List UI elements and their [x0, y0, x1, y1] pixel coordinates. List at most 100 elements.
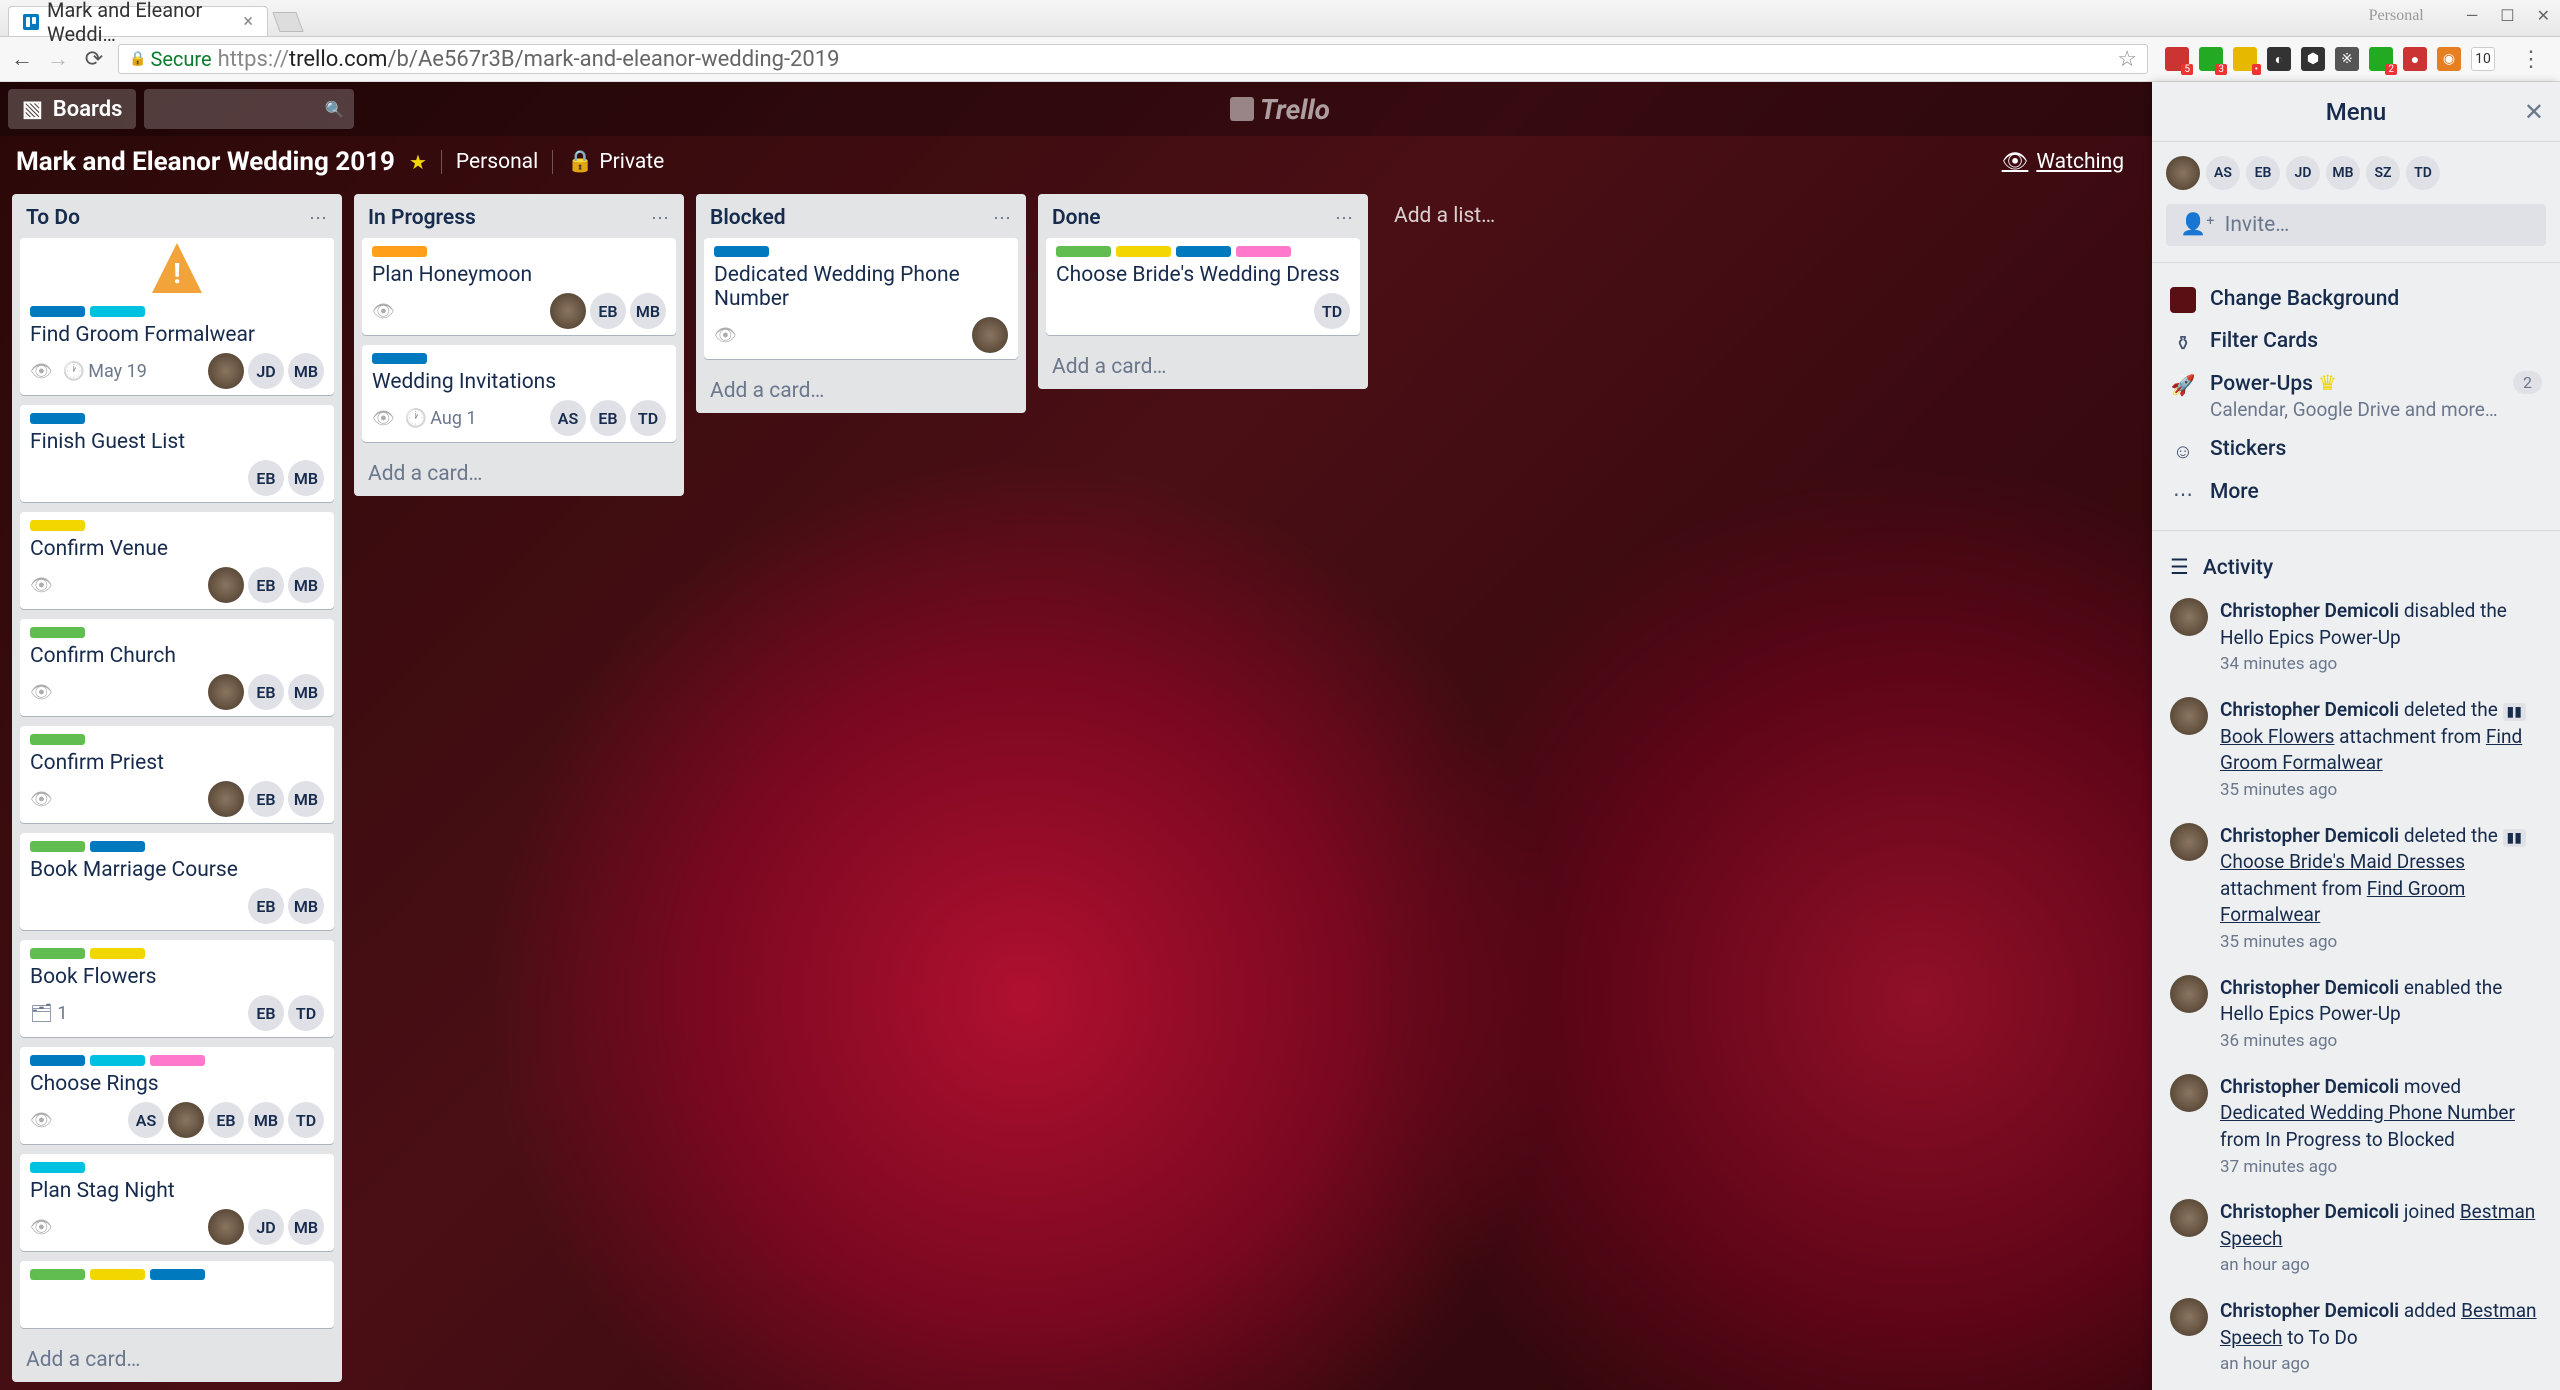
trello-logo[interactable]: Trello	[1230, 93, 1330, 126]
menu-item-filter-cards[interactable]: ⚱ Filter Cards	[2166, 321, 2546, 363]
activity-link[interactable]: Dedicated Wedding Phone Number	[2220, 1101, 2515, 1124]
privacy-button[interactable]: 🔒 Private	[567, 150, 664, 174]
activity-avatar[interactable]	[2170, 975, 2208, 1013]
label-blue[interactable]	[30, 413, 85, 424]
card[interactable]: Book Flowers🗂 1EBTD	[20, 940, 334, 1037]
member-avatar[interactable]: MB	[2326, 156, 2360, 190]
label-sky[interactable]	[90, 1055, 145, 1066]
member-avatar[interactable]: MB	[248, 1102, 284, 1138]
member-avatar[interactable]: EB	[590, 400, 626, 436]
label-yellow[interactable]	[30, 520, 85, 531]
card[interactable]: Finish Guest ListEBMB	[20, 405, 334, 502]
card[interactable]: Choose RingsASEBMBTD	[20, 1047, 334, 1144]
card[interactable]: Dedicated Wedding Phone Number	[704, 238, 1018, 359]
member-avatar[interactable]: MB	[288, 1209, 324, 1245]
label-green[interactable]	[1056, 246, 1111, 257]
add-card-button[interactable]: Add a card…	[354, 452, 684, 496]
address-bar[interactable]: 🔒 Secure https://trello.com/b/Ae567r3B/m…	[118, 44, 2148, 74]
member-avatar[interactable]: EB	[248, 674, 284, 710]
member-avatar[interactable]: TD	[1314, 293, 1350, 329]
member-avatar[interactable]: SZ	[2366, 156, 2400, 190]
member-avatar[interactable]: EB	[248, 567, 284, 603]
window-minimize-icon[interactable]: —	[2466, 6, 2479, 25]
profile-label[interactable]: Personal	[2369, 7, 2424, 25]
member-avatar[interactable]: MB	[630, 293, 666, 329]
member-avatar[interactable]: MB	[288, 460, 324, 496]
list-header[interactable]: Done ⋯	[1038, 194, 1368, 238]
member-avatar[interactable]: JD	[248, 353, 284, 389]
member-avatar[interactable]: EB	[248, 781, 284, 817]
browser-tab-active[interactable]: Mark and Eleanor Weddi… ×	[8, 6, 268, 36]
member-avatar[interactable]: EB	[248, 460, 284, 496]
label-blue[interactable]	[150, 1269, 205, 1280]
menu-item-change-background[interactable]: Change Background	[2166, 279, 2546, 321]
card[interactable]: Confirm VenueEBMB	[20, 512, 334, 609]
window-maximize-icon[interactable]: ☐	[2500, 6, 2514, 25]
star-icon[interactable]: ★	[409, 150, 427, 174]
member-avatar[interactable]	[550, 293, 586, 329]
member-avatar[interactable]: AS	[550, 400, 586, 436]
label-pink[interactable]	[150, 1055, 205, 1066]
member-avatar[interactable]: MB	[288, 353, 324, 389]
member-avatar[interactable]: TD	[630, 400, 666, 436]
extension-icon[interactable]: 10	[2471, 47, 2495, 71]
reload-button[interactable]: ⟳	[82, 47, 106, 72]
label-blue[interactable]	[90, 841, 145, 852]
menu-item-more[interactable]: ⋯ More	[2166, 472, 2546, 514]
activity-avatar[interactable]	[2170, 1298, 2208, 1336]
label-green[interactable]	[30, 734, 85, 745]
label-blue[interactable]	[714, 246, 769, 257]
member-avatar[interactable]: TD	[288, 1102, 324, 1138]
member-avatar[interactable]	[208, 674, 244, 710]
extension-icon[interactable]: 5	[2165, 47, 2189, 71]
extension-icon[interactable]: ●	[2403, 47, 2427, 71]
label-blue[interactable]	[1176, 246, 1231, 257]
extension-icon[interactable]: ※	[2335, 47, 2359, 71]
activity-avatar[interactable]	[2170, 697, 2208, 735]
list-menu-icon[interactable]: ⋯	[993, 208, 1012, 229]
card[interactable]: Book Marriage CourseEBMB	[20, 833, 334, 930]
list-header[interactable]: Blocked ⋯	[696, 194, 1026, 238]
member-avatar[interactable]	[168, 1102, 204, 1138]
card[interactable]: Choose Bride's Wedding DressTD	[1046, 238, 1360, 335]
window-close-icon[interactable]: ✕	[2537, 6, 2550, 25]
activity-avatar[interactable]	[2170, 1074, 2208, 1112]
activity-avatar[interactable]	[2170, 1199, 2208, 1237]
extension-icon[interactable]: 2	[2369, 47, 2393, 71]
member-avatar[interactable]: JD	[248, 1209, 284, 1245]
activity-link[interactable]: Find Groom Formalwear	[2220, 877, 2465, 927]
list-menu-icon[interactable]: ⋯	[309, 208, 328, 229]
member-avatar[interactable]: TD	[2406, 156, 2440, 190]
label-green[interactable]	[30, 948, 85, 959]
menu-item-stickers[interactable]: ☺ Stickers	[2166, 429, 2546, 472]
team-name[interactable]: Personal	[456, 150, 538, 174]
member-avatar[interactable]: EB	[590, 293, 626, 329]
label-yellow[interactable]	[90, 948, 145, 959]
label-sky[interactable]	[30, 1162, 85, 1173]
member-avatar[interactable]	[208, 781, 244, 817]
browser-menu-icon[interactable]: ⋮	[2512, 47, 2550, 72]
activity-link[interactable]: Choose Bride's Maid Dresses	[2220, 850, 2465, 873]
card[interactable]: Confirm ChurchEBMB	[20, 619, 334, 716]
member-avatar[interactable]: MB	[288, 888, 324, 924]
label-green[interactable]	[30, 841, 85, 852]
list-menu-icon[interactable]: ⋯	[651, 208, 670, 229]
label-pink[interactable]	[1236, 246, 1291, 257]
extension-icon[interactable]: ⬢	[2301, 47, 2325, 71]
tab-close-icon[interactable]: ×	[243, 11, 253, 32]
activity-link[interactable]: Book Flowers	[2220, 725, 2334, 748]
card[interactable]: Plan Stag NightJDMB	[20, 1154, 334, 1251]
label-sky[interactable]	[90, 306, 145, 317]
close-icon[interactable]: ✕	[2524, 98, 2544, 126]
activity-avatar[interactable]	[2170, 598, 2208, 636]
label-blue[interactable]	[30, 306, 85, 317]
extension-icon[interactable]: •	[2233, 47, 2257, 71]
new-tab-button[interactable]	[272, 12, 303, 32]
member-avatar[interactable]	[972, 317, 1008, 353]
invite-button[interactable]: 👤⁺ Invite…	[2166, 204, 2546, 246]
member-avatar[interactable]	[2166, 156, 2200, 190]
member-avatar[interactable]: MB	[288, 674, 324, 710]
label-yellow[interactable]	[90, 1269, 145, 1280]
extension-icon[interactable]: ◉	[2437, 47, 2461, 71]
card[interactable]: !Find Groom Formalwear May 19JDMB	[20, 238, 334, 395]
